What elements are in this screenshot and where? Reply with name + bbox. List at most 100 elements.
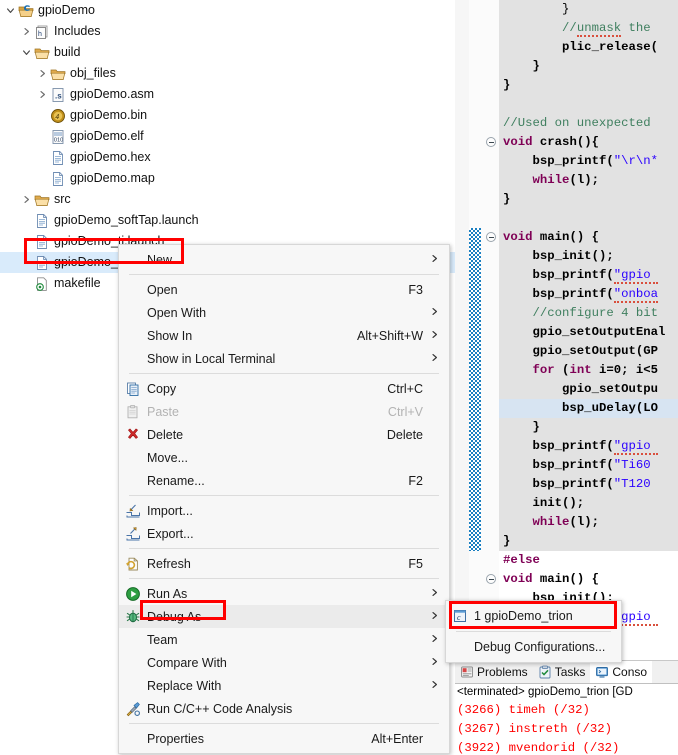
menu-separator: [129, 723, 439, 724]
tree-item-label: gpioDemo_softTap.launch: [51, 210, 199, 231]
menu-item-open[interactable]: OpenF3: [119, 278, 449, 301]
code-line[interactable]: bsp_printf("Ti60: [499, 456, 678, 475]
menu-item-label: Copy: [147, 382, 387, 396]
code-line[interactable]: }: [499, 418, 678, 437]
menu-item-rename[interactable]: Rename...F2: [119, 469, 449, 492]
fold-collapse-icon[interactable]: [486, 232, 496, 242]
menu-item-show-in[interactable]: Show InAlt+Shift+W: [119, 324, 449, 347]
editor-folding-ruler[interactable]: [482, 0, 499, 660]
code-line[interactable]: gpio_setOutput(GP: [499, 342, 678, 361]
code-line[interactable]: bsp_printf("gpio: [499, 266, 678, 285]
menu-item-import[interactable]: Import...: [119, 499, 449, 522]
tree-item-src[interactable]: src: [0, 189, 455, 210]
code-line[interactable]: bsp_printf("gpio: [499, 437, 678, 456]
menu-item-refresh[interactable]: RefreshF5: [119, 552, 449, 575]
console-tab-conso[interactable]: Conso: [590, 661, 652, 683]
tree-item-label: gpioDemo.elf: [67, 126, 144, 147]
menu-item-show-in-local-terminal[interactable]: Show in Local Terminal: [119, 347, 449, 370]
debug-as-submenu[interactable]: c1 gpioDemo_trion Debug Configurations...: [445, 600, 622, 663]
folder-icon: [49, 63, 67, 84]
code-line[interactable]: }: [499, 76, 678, 95]
code-line[interactable]: init();: [499, 494, 678, 513]
tree-item-gpiodemo[interactable]: gpioDemo: [0, 0, 455, 21]
tree-item-includes[interactable]: hIncludes: [0, 21, 455, 42]
code-line[interactable]: [499, 95, 678, 114]
menu-item-1-gpiodemo-trion[interactable]: c1 gpioDemo_trion: [446, 604, 621, 628]
text-file-icon: [49, 168, 67, 189]
code-line[interactable]: bsp_printf("T120: [499, 475, 678, 494]
menu-item-debug-as[interactable]: Debug As: [119, 605, 449, 628]
menu-item-accelerator: Alt+Enter: [371, 732, 427, 746]
code-line[interactable]: #else: [499, 551, 678, 570]
code-line[interactable]: bsp_init();: [499, 247, 678, 266]
console-output: (3266) timeh (/32)(3267) instreth (/32)(…: [455, 701, 678, 755]
code-line[interactable]: void main() {: [499, 228, 678, 247]
code-line[interactable]: bsp_printf("onboa: [499, 285, 678, 304]
tree-item-gpiodemo-map[interactable]: gpioDemo.map: [0, 168, 455, 189]
chevron-right-icon[interactable]: [20, 21, 33, 42]
menu-item-label: Run C/C++ Code Analysis: [147, 702, 423, 716]
tree-item-gpiodemo-hex[interactable]: gpioDemo.hex: [0, 147, 455, 168]
editor-code-area[interactable]: } //unmask the plic_release( }} //Used o…: [499, 0, 678, 660]
code-line[interactable]: while(l);: [499, 171, 678, 190]
code-line[interactable]: while(l);: [499, 513, 678, 532]
menu-item-copy[interactable]: CopyCtrl+C: [119, 377, 449, 400]
menu-item-properties[interactable]: PropertiesAlt+Enter: [119, 727, 449, 750]
menu-item-run-as[interactable]: Run As: [119, 582, 449, 605]
svg-text:.s: .s: [55, 91, 62, 100]
menu-item-open-with[interactable]: Open With: [119, 301, 449, 324]
code-line[interactable]: void main() {: [499, 570, 678, 589]
code-line[interactable]: }: [499, 532, 678, 551]
editor-overview-ruler[interactable]: [455, 0, 470, 660]
code-line[interactable]: //Used on unexpected: [499, 114, 678, 133]
code-line[interactable]: plic_release(: [499, 38, 678, 57]
menu-item-new[interactable]: New: [119, 248, 449, 271]
console-tab-tasks[interactable]: Tasks: [533, 661, 591, 683]
chevron-right-icon[interactable]: [36, 63, 49, 84]
code-line[interactable]: bsp_printf("\r\n*: [499, 152, 678, 171]
menu-item-compare-with[interactable]: Compare With: [119, 651, 449, 674]
code-line[interactable]: }: [499, 57, 678, 76]
fold-collapse-icon[interactable]: [486, 574, 496, 584]
console-tab-problems[interactable]: Problems: [455, 661, 533, 683]
tree-item-gpiodemo-softtap-launch[interactable]: gpioDemo_softTap.launch: [0, 210, 455, 231]
export-icon: [119, 526, 147, 542]
folder-icon: [33, 189, 51, 210]
twisty-placeholder: [20, 273, 33, 294]
console-tabbar[interactable]: ProblemsTasksConso: [455, 661, 678, 684]
menu-item-delete[interactable]: DeleteDelete: [119, 423, 449, 446]
code-line[interactable]: void crash(){: [499, 133, 678, 152]
code-line[interactable]: gpio_setOutpu: [499, 380, 678, 399]
code-line[interactable]: gpio_setOutputEnal: [499, 323, 678, 342]
menu-item-replace-with[interactable]: Replace With: [119, 674, 449, 697]
chevron-down-icon[interactable]: [20, 42, 33, 63]
code-line[interactable]: for (int i=0; i<5: [499, 361, 678, 380]
run-icon: [119, 586, 147, 602]
menu-item-export[interactable]: Export...: [119, 522, 449, 545]
menu-item-run-c-c++-code-analysis[interactable]: Run C/C++ Code Analysis: [119, 697, 449, 720]
code-line[interactable]: bsp_uDelay(LO: [499, 399, 678, 418]
chevron-right-icon[interactable]: [20, 189, 33, 210]
tree-item-build[interactable]: build: [0, 42, 455, 63]
problems-icon: [460, 665, 474, 679]
code-line[interactable]: [499, 209, 678, 228]
file-context-menu[interactable]: New OpenF3Open WithShow InAlt+Shift+WShow…: [118, 244, 450, 754]
binary-file-icon: 4: [49, 105, 67, 126]
tree-item-gpiodemo-bin[interactable]: 4gpioDemo.bin: [0, 105, 455, 126]
code-line[interactable]: }: [499, 0, 678, 19]
tree-item-gpiodemo-asm[interactable]: .sgpioDemo.asm: [0, 84, 455, 105]
fold-collapse-icon[interactable]: [486, 137, 496, 147]
code-line[interactable]: }: [499, 190, 678, 209]
menu-item-team[interactable]: Team: [119, 628, 449, 651]
chevron-right-icon[interactable]: [36, 84, 49, 105]
code-line[interactable]: //configure 4 bit: [499, 304, 678, 323]
menu-item-debug-configurations[interactable]: Debug Configurations...: [446, 635, 621, 659]
menu-item-label: Import...: [147, 504, 423, 518]
chevron-down-icon[interactable]: [4, 0, 17, 21]
tree-item-obj-files[interactable]: obj_files: [0, 63, 455, 84]
code-line[interactable]: //unmask the: [499, 19, 678, 38]
code-editor[interactable]: } //unmask the plic_release( }} //Used o…: [455, 0, 678, 660]
menu-separator: [129, 578, 439, 579]
menu-item-move[interactable]: Move...: [119, 446, 449, 469]
tree-item-gpiodemo-elf[interactable]: 010gpioDemo.elf: [0, 126, 455, 147]
